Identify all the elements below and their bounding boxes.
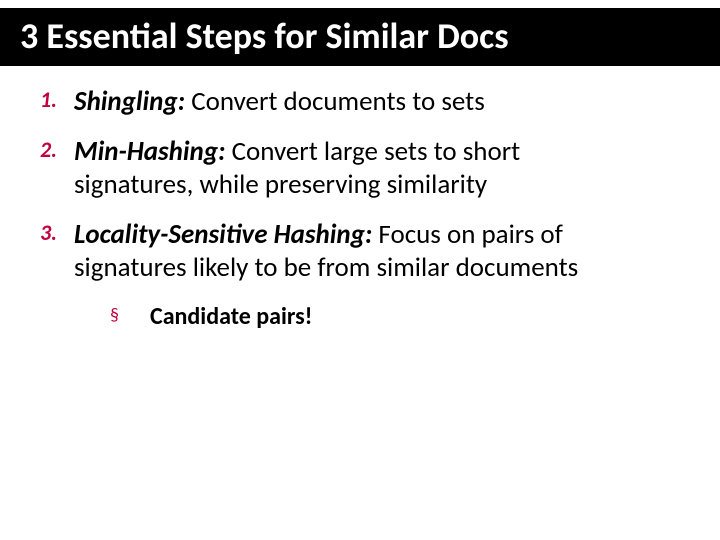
list-item: 3. Locality-Sensitive Hashing: Focus on … xyxy=(40,219,680,284)
slide-title: 3 Essential Steps for Similar Docs xyxy=(0,8,720,66)
slide-body: 1. Shingling: Convert documents to sets … xyxy=(0,66,720,331)
item-text: Locality-Sensitive Hashing: Focus on pai… xyxy=(74,219,634,284)
sub-item: § Candidate pairs! xyxy=(110,302,680,331)
list-item: 1. Shingling: Convert documents to sets xyxy=(40,86,680,118)
bullet-icon: § xyxy=(110,302,150,329)
item-number: 1. xyxy=(40,86,74,114)
item-text: Min-Hashing: Convert large sets to short… xyxy=(74,136,634,201)
sub-item-text: Candidate pairs! xyxy=(150,302,313,331)
item-number: 3. xyxy=(40,219,74,247)
item-number: 2. xyxy=(40,136,74,164)
item-text: Shingling: Convert documents to sets xyxy=(74,86,485,118)
list-item: 2. Min-Hashing: Convert large sets to sh… xyxy=(40,136,680,201)
